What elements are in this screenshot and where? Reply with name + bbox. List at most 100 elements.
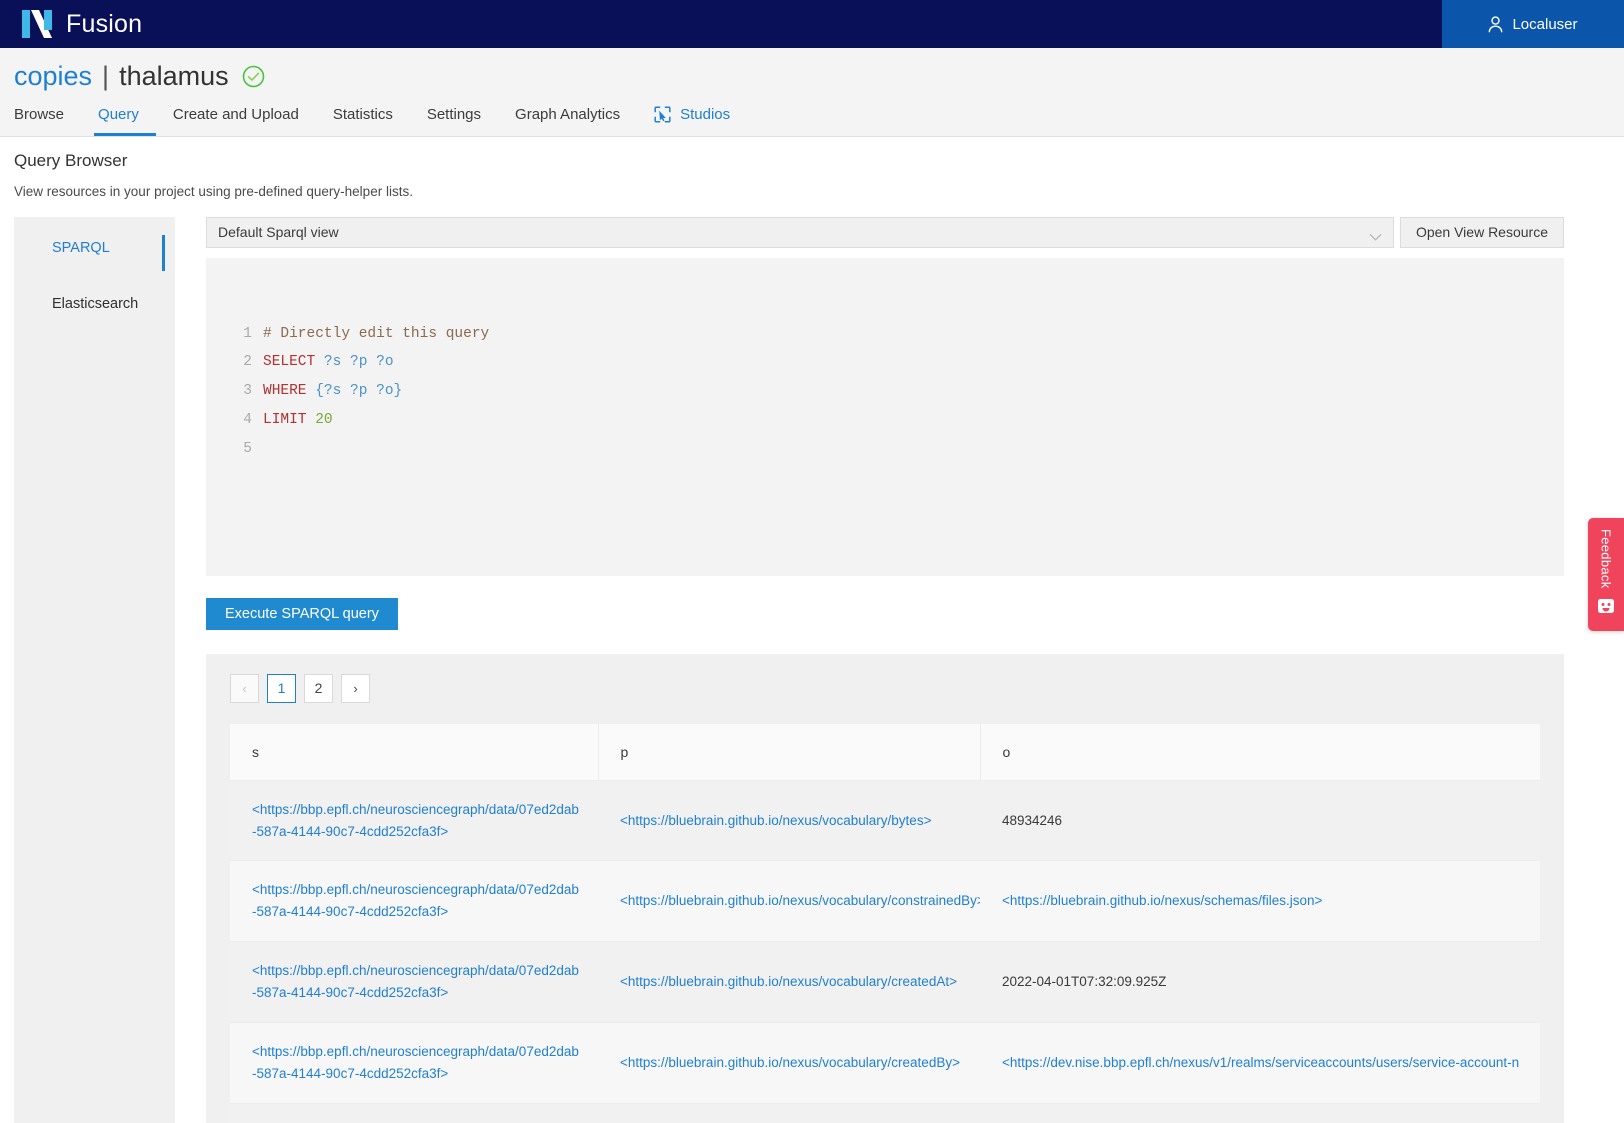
table-row: <https://bbp.epfl.ch/neurosciencegraph/d…	[230, 780, 1540, 862]
cell-subject: <https://bbp.epfl.ch/neurosciencegraph/d…	[230, 1103, 598, 1123]
tab-create-and-upload-label: Create and Upload	[172, 105, 299, 123]
code-comment: # Directly edit this query	[263, 325, 490, 342]
nexus-n-logo-icon	[22, 8, 52, 40]
brand-area[interactable]: Fusion	[0, 8, 142, 40]
pagination-next-button[interactable]: ›	[341, 673, 370, 703]
pagination-page-2[interactable]: 2	[304, 673, 333, 703]
object-link[interactable]: <https://dev.nise.bbp.epfl.ch/nexus/v1/r…	[1002, 1055, 1519, 1070]
page-heading: Query Browser	[14, 150, 128, 170]
user-menu-button[interactable]: Localuser	[1442, 0, 1624, 48]
tab-create-and-upload[interactable]: Create and Upload	[169, 106, 316, 136]
cell-subject: <https://bbp.epfl.ch/neurosciencegraph/d…	[230, 1022, 598, 1104]
cell-predicate: <https://bluebrain.github.io/nexus/vocab…	[598, 1022, 980, 1104]
table-header-row: s p o	[230, 723, 1540, 781]
brand-title: Fusion	[66, 9, 143, 38]
user-label: Localuser	[1512, 15, 1578, 33]
pagination-prev-button[interactable]: ‹	[230, 673, 259, 703]
tab-graph-analytics-label: Graph Analytics	[515, 105, 621, 123]
cell-predicate: <https://bluebrain.github.io/nexus/vocab…	[598, 1103, 980, 1123]
breadcrumb-separator: |	[102, 61, 110, 91]
cell-predicate: <https://bluebrain.github.io/nexus/vocab…	[598, 860, 980, 943]
code-line-2: 2 SELECT ?s ?p ?o	[234, 348, 1564, 377]
project-tab-nav: Browse Query Create and Upload Statistic…	[0, 91, 1624, 137]
object-value: 48934246	[1002, 812, 1063, 828]
content-layout: SPARQL Elasticsearch Default Sparql view…	[14, 216, 1624, 1123]
code-variables: ?s ?p ?o	[323, 354, 394, 371]
query-type-sidebar: SPARQL Elasticsearch	[14, 216, 175, 1123]
cell-predicate: <https://bluebrain.github.io/nexus/vocab…	[598, 941, 980, 1023]
view-select-dropdown[interactable]: Default Sparql view	[206, 216, 1394, 248]
results-table: s p o <https://bbp.epfl.ch/neuroscienceg…	[230, 723, 1540, 1123]
query-main-panel: Default Sparql view Open View Resource 1…	[175, 216, 1624, 1123]
subject-link[interactable]: <https://bbp.epfl.ch/neurosciencegraph/d…	[252, 802, 579, 839]
feedback-label: Feedback	[1598, 529, 1614, 589]
open-view-resource-button[interactable]: Open View Resource	[1399, 216, 1564, 248]
line-number: 2	[243, 354, 252, 371]
code-line-3: 3 WHERE {?s ?p ?o}	[234, 377, 1564, 406]
results-table-card: s p o <https://bbp.epfl.ch/neuroscienceg…	[230, 723, 1540, 1123]
view-toolbar: Default Sparql view Open View Resource	[206, 216, 1564, 248]
table-row: <https://bbp.epfl.ch/neurosciencegraph/d…	[230, 1103, 1540, 1123]
studios-cursor-icon	[654, 106, 671, 123]
code-keyword: WHERE	[263, 383, 307, 400]
sidebar-item-sparql[interactable]: SPARQL	[14, 231, 175, 271]
predicate-link[interactable]: <https://bluebrain.github.io/nexus/vocab…	[620, 1055, 960, 1070]
line-number: 4	[243, 412, 252, 429]
chevron-down-icon	[1369, 228, 1382, 241]
subject-link[interactable]: <https://bbp.epfl.ch/neurosciencegraph/d…	[252, 882, 579, 919]
tab-studios[interactable]: Studios	[650, 106, 747, 136]
feedback-tab-button[interactable]: Feedback	[1588, 518, 1624, 631]
tab-graph-analytics[interactable]: Graph Analytics	[511, 106, 637, 136]
tab-query[interactable]: Query	[94, 106, 156, 136]
subject-link[interactable]: <https://bbp.epfl.ch/neurosciencegraph/d…	[252, 1044, 579, 1081]
sidebar-item-elasticsearch[interactable]: Elasticsearch	[14, 287, 175, 321]
chevron-left-icon: ‹	[242, 680, 247, 696]
tab-browse[interactable]: Browse	[14, 106, 81, 136]
cell-object: 48934246	[980, 780, 1540, 862]
cell-subject: <https://bbp.epfl.ch/neurosciencegraph/d…	[230, 780, 598, 862]
page-subheading: View resources in your project using pre…	[14, 183, 413, 199]
code-pattern: {?s ?p ?o}	[315, 383, 403, 400]
tab-settings[interactable]: Settings	[423, 106, 498, 136]
line-number: 5	[243, 440, 252, 457]
code-keyword: LIMIT	[263, 412, 307, 429]
chevron-right-icon: ›	[353, 680, 358, 696]
top-navigation-bar: Fusion Localuser	[0, 0, 1624, 48]
code-line-1: 1 # Directly edit this query	[234, 320, 1564, 349]
object-link[interactable]: <https://bluebrain.github.io/nexus/schem…	[1002, 893, 1322, 908]
column-header-s: s	[230, 723, 599, 781]
breadcrumb-organization[interactable]: copies	[14, 61, 92, 92]
smiley-face-icon	[1597, 597, 1615, 615]
column-header-p: p	[598, 723, 981, 781]
subject-link[interactable]: <https://bbp.epfl.ch/neurosciencegraph/d…	[252, 963, 579, 1000]
cell-object: 2022-04-01T07:32:09.925Z	[980, 941, 1540, 1023]
sparql-query-editor[interactable]: 1 # Directly edit this query 2 SELECT ?s ?…	[206, 257, 1564, 576]
tab-statistics[interactable]: Statistics	[329, 106, 410, 136]
pagination-page-1[interactable]: 1	[267, 673, 296, 703]
pagination: ‹ 1 2 ›	[230, 673, 1540, 703]
table-row: <https://bbp.epfl.ch/neurosciencegraph/d…	[230, 941, 1540, 1023]
column-header-o: o	[980, 723, 1540, 781]
page-title: copies | thalamus	[14, 61, 1624, 92]
code-line-4: 4 LIMIT 20	[234, 406, 1564, 435]
object-value: 2022-04-01T07:32:09.925Z	[1002, 974, 1167, 990]
cell-subject: <https://bbp.epfl.ch/neurosciencegraph/d…	[230, 941, 598, 1023]
breadcrumb-project: thalamus	[119, 61, 229, 91]
tab-settings-label: Settings	[426, 105, 482, 123]
sidebar-item-sparql-label: SPARQL	[52, 239, 110, 256]
view-select-value: Default Sparql view	[218, 224, 339, 241]
code-line-5: 5	[234, 435, 1564, 464]
line-number: 1	[243, 325, 252, 342]
execute-sparql-query-button[interactable]: Execute SPARQL query	[206, 597, 398, 630]
check-circle-icon	[242, 65, 265, 88]
tab-studios-label: Studios	[680, 105, 731, 123]
predicate-link[interactable]: <https://bluebrain.github.io/nexus/vocab…	[620, 813, 931, 828]
predicate-link[interactable]: <https://bluebrain.github.io/nexus/vocab…	[620, 893, 980, 908]
line-number: 3	[243, 383, 252, 400]
predicate-link[interactable]: <https://bluebrain.github.io/nexus/vocab…	[620, 974, 957, 989]
table-row: <https://bbp.epfl.ch/neurosciencegraph/d…	[230, 860, 1540, 943]
cell-subject: <https://bbp.epfl.ch/neurosciencegraph/d…	[230, 860, 598, 943]
project-header: copies | thalamus	[0, 48, 1624, 92]
page-body: Query Browser View resources in your pro…	[0, 136, 1624, 1123]
cell-predicate: <https://bluebrain.github.io/nexus/vocab…	[598, 780, 980, 862]
